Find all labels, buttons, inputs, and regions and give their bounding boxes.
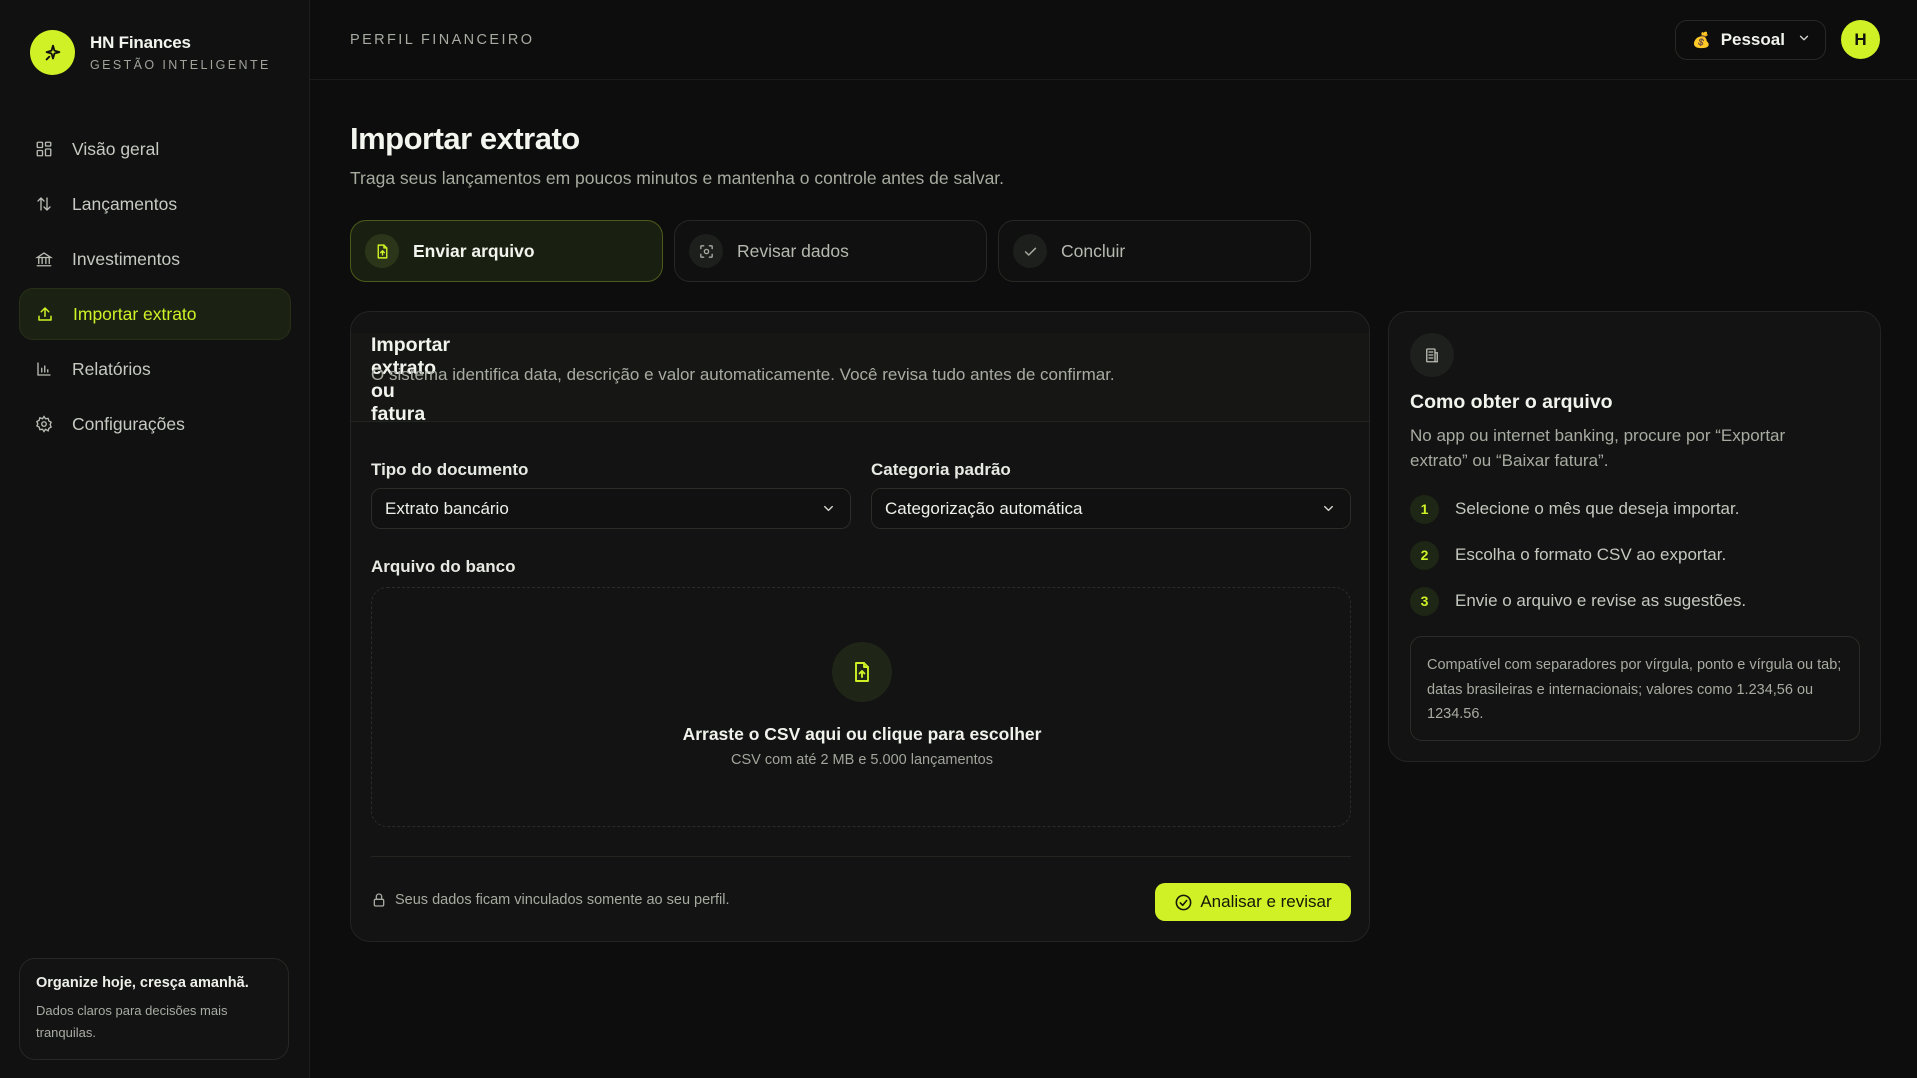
help-card: Como obter o arquivo No app ou internet … [1388,311,1881,762]
building-icon [1410,333,1454,377]
analyze-button[interactable]: Analisar e revisar [1155,883,1351,921]
category-select[interactable]: Categorização automática [871,488,1351,529]
arrows-updown-icon [34,194,54,214]
sidebar-item-investimentos[interactable]: Investimentos [19,233,291,285]
sidebar-item-label: Investimentos [72,248,180,269]
upload-icon [35,304,55,324]
step-text: Escolha o formato CSV ao exportar. [1455,545,1727,564]
help-step: 1 Selecione o mês que deseja importar. [1410,494,1746,524]
import-card: Importar extrato ou fatura O sistema ide… [350,311,1370,942]
bar-chart-icon [34,359,54,379]
step-concluir[interactable]: Concluir [998,220,1311,282]
file-upload-icon [365,234,399,268]
category-value: Categorização automática [885,498,1083,518]
sidebar-item-label: Relatórios [72,358,151,379]
check-icon [1013,234,1047,268]
sidebar-item-visao-geral[interactable]: Visão geral [19,123,291,175]
file-label: Arquivo do banco [371,557,516,576]
topbar-title: PERFIL FINANCEIRO [350,32,535,48]
promo-card: Organize hoje, cresça amanhã. Dados clar… [19,958,289,1060]
money-bag-icon: 💰 [1692,32,1711,49]
step-text: Envie o arquivo e revise as sugestões. [1455,591,1747,610]
step-enviar-arquivo[interactable]: Enviar arquivo [350,220,663,282]
step-label: Concluir [1061,240,1126,261]
privacy-text: Seus dados ficam vinculados somente ao s… [395,892,730,908]
avatar[interactable]: H [1841,20,1880,59]
file-dropzone[interactable]: Arraste o CSV aqui ou clique para escolh… [371,587,1351,827]
file-upload-icon [832,642,892,702]
step-text: Selecione o mês que deseja importar. [1455,499,1740,518]
help-title: Como obter o arquivo [1410,391,1613,413]
sidebar-item-relatorios[interactable]: Relatórios [19,343,291,395]
sidebar-item-label: Visão geral [72,138,160,159]
check-circle-icon [1174,893,1193,912]
dropzone-title: Arraste o CSV aqui ou clique para escolh… [682,724,1042,744]
category-label: Categoria padrão [871,460,1011,479]
help-step: 3 Envie o arquivo e revise as sugestões. [1410,586,1746,616]
help-steps: 1 Selecione o mês que deseja importar. 2… [1410,494,1746,632]
sidebar-nav: Visão geral Lançamentos Investimentos Im… [19,123,291,453]
step-label: Revisar dados [737,240,849,261]
promo-title: Organize hoje, cresça amanhã. [36,975,249,991]
brand-name: HN Finances [90,33,191,52]
help-description: No app ou internet banking, procure por … [1410,426,1786,470]
stepper: Enviar arquivo Revisar dados Concluir [350,220,1311,282]
sidebar-item-label: Configurações [72,413,185,434]
sidebar-item-label: Lançamentos [72,193,178,214]
help-step: 2 Escolha o formato CSV ao exportar. [1410,540,1746,570]
step-number: 1 [1410,494,1439,524]
page-title: Importar extrato [350,121,580,156]
chevron-down-icon [821,501,836,521]
profile-label: Pessoal [1720,30,1785,49]
promo-text: Dados claros para decisões mais tranquil… [36,1003,228,1040]
step-label: Enviar arquivo [413,240,535,261]
grid-icon [34,139,54,159]
dropzone-subtitle: CSV com até 2 MB e 5.000 lançamentos [731,752,993,768]
sparkle-icon [30,30,75,75]
doc-type-select[interactable]: Extrato bancário [371,488,851,529]
divider [371,856,1351,857]
doc-type-value: Extrato bancário [385,498,509,518]
compatibility-note: Compatível com separadores por vírgula, … [1410,636,1860,741]
brand-tagline: GESTÃO INTELIGENTE [90,58,271,72]
bank-icon [34,249,54,269]
sidebar-item-lancamentos[interactable]: Lançamentos [19,178,291,230]
sidebar: HN Finances GESTÃO INTELIGENTE Visão ger… [0,0,310,1078]
sidebar-item-label: Importar extrato [73,303,197,324]
sidebar-item-configuracoes[interactable]: Configurações [19,398,291,450]
profile-switcher[interactable]: 💰 Pessoal [1675,20,1826,60]
page-subtitle: Traga seus lançamentos em poucos minutos… [350,168,1005,188]
import-card-header: Importar extrato ou fatura O sistema ide… [351,333,1369,425]
chevron-down-icon [1321,501,1336,521]
step-number: 2 [1410,540,1439,570]
import-card-description: O sistema identifica data, descrição e v… [371,365,1115,384]
step-number: 3 [1410,586,1439,616]
sidebar-item-importar-extrato[interactable]: Importar extrato [19,288,291,340]
brand[interactable]: HN Finances GESTÃO INTELIGENTE [30,30,271,75]
analyze-button-label: Analisar e revisar [1200,892,1332,911]
doc-type-label: Tipo do documento [371,460,529,479]
step-revisar-dados[interactable]: Revisar dados [674,220,987,282]
lock-icon [371,892,387,908]
privacy-note: Seus dados ficam vinculados somente ao s… [371,892,730,908]
scan-icon [689,234,723,268]
chevron-down-icon [1797,30,1811,50]
gear-icon [34,414,54,434]
topbar: PERFIL FINANCEIRO 💰 Pessoal H [310,0,1917,80]
